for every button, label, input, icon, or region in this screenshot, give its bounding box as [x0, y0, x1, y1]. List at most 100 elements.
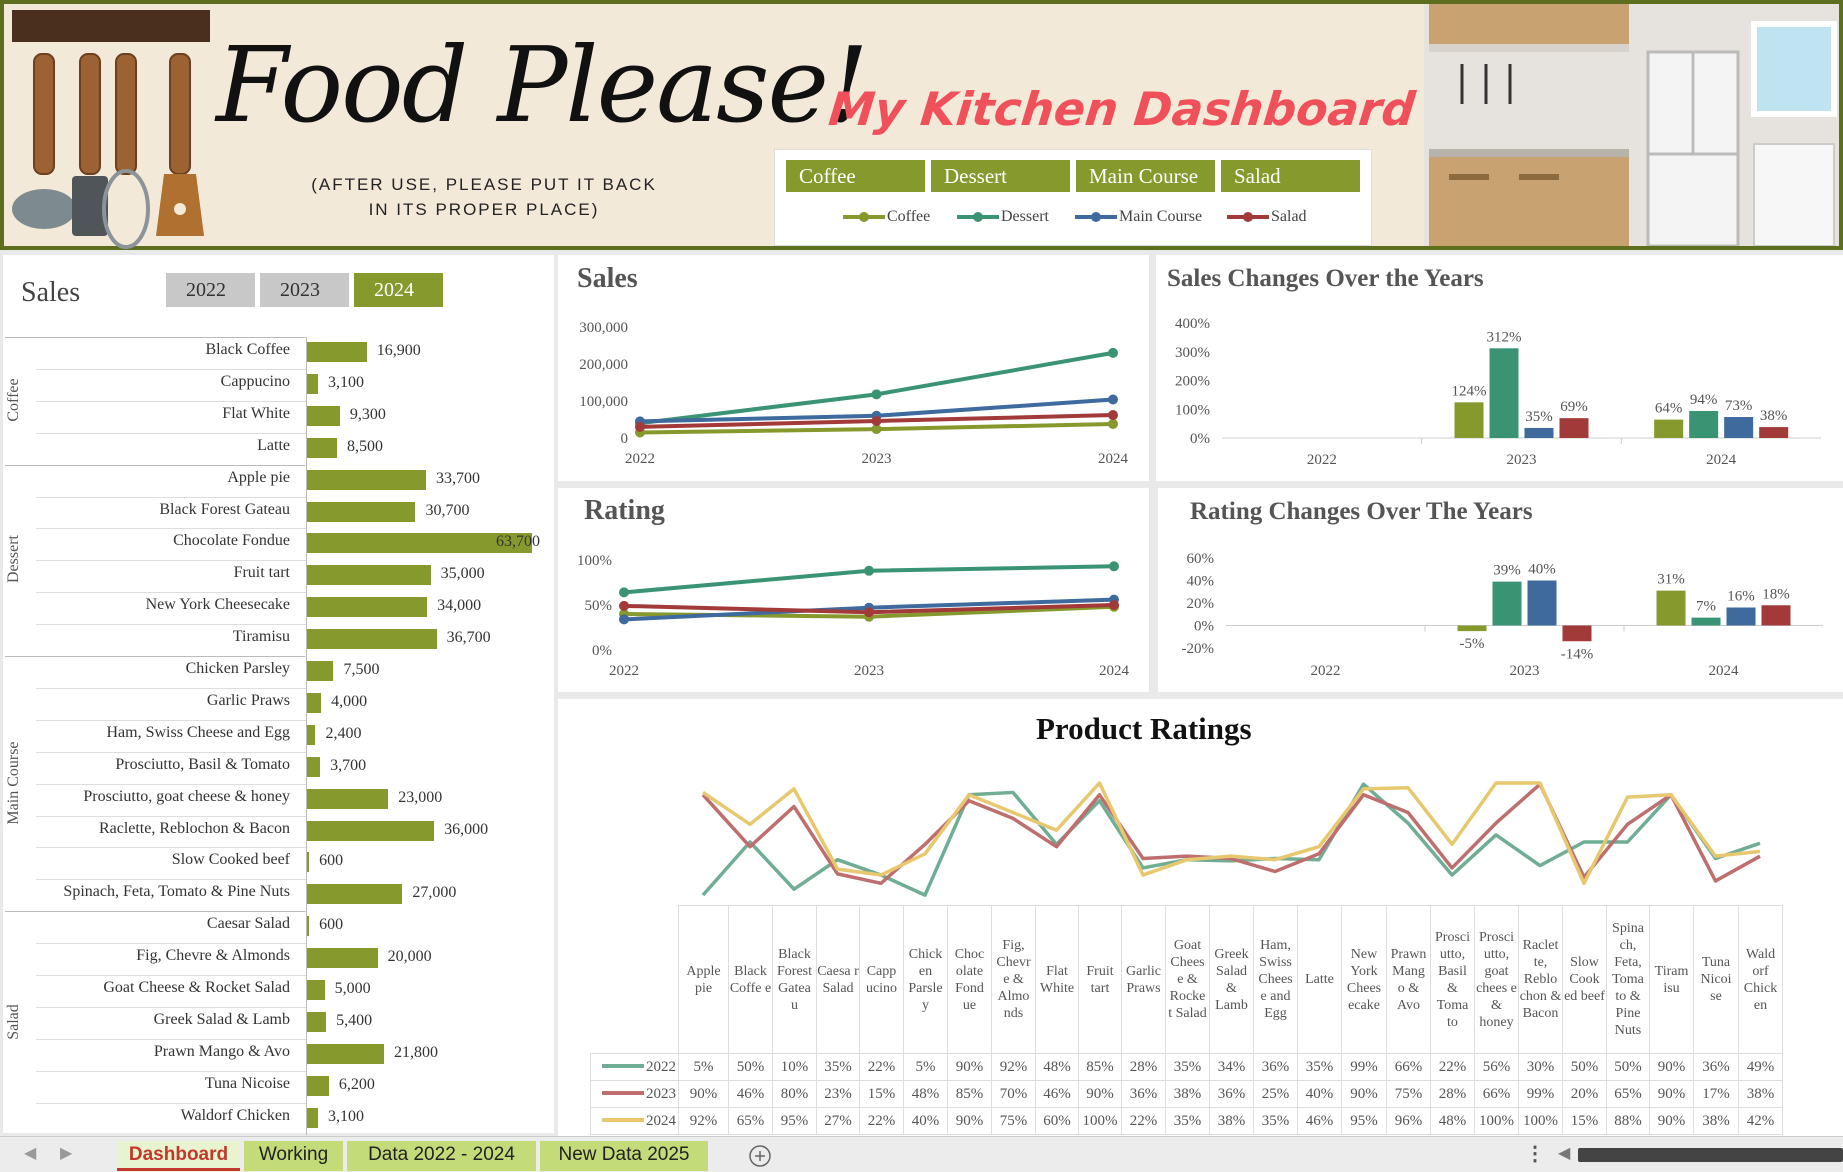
year-button-2024[interactable]: 2024 [354, 273, 443, 307]
rating-cell: 65% [1606, 1080, 1650, 1108]
x-tick-label: 2024 [1709, 663, 1740, 679]
product-header-cell: Wald orf Chick en [1738, 905, 1783, 1054]
sales-bar [307, 1011, 327, 1032]
product-header-cell: Chick en Parsle y [903, 905, 948, 1054]
chevron-right-icon[interactable]: ▶ [60, 1143, 72, 1163]
rating-cell: 90% [1649, 1080, 1694, 1108]
header-banner: Food Please! (AFTER USE, PLEASE PUT IT B… [0, 0, 1843, 250]
plus-circle-icon[interactable] [748, 1144, 772, 1168]
row-divider [36, 847, 306, 849]
tab-dashboard[interactable]: Dashboard [117, 1141, 240, 1171]
sales-row-label: Latte [257, 436, 290, 454]
rating-cell: 100% [1518, 1107, 1563, 1135]
bar [1759, 427, 1789, 438]
rating-cell: 42% [1738, 1107, 1783, 1135]
data-label: 35% [1525, 409, 1553, 425]
vertical-ellipsis-icon[interactable]: ⋮ [1525, 1141, 1545, 1166]
subtitle-line-2: IN ITS PROPER PLACE) [368, 200, 600, 219]
bar [1656, 590, 1686, 626]
sales-bar [307, 916, 310, 937]
rating-cell: 92% [991, 1053, 1036, 1081]
tab-new-data-2025[interactable]: New Data 2025 [540, 1141, 708, 1171]
rating-cell: 20% [1562, 1080, 1607, 1108]
year-row: 2023 90% 46% 80% 23% 15% 48% 85% 70% 46% 90% 36% 38%… [590, 1080, 1783, 1108]
slicer-button-coffee[interactable]: Coffee [786, 160, 925, 192]
year-button-2023[interactable]: 2023 [260, 273, 349, 307]
legend-item-main-course: Main Course [1075, 208, 1202, 226]
sales-row-label: Garlic Praws [206, 691, 290, 709]
rating-cell: 92% [678, 1107, 729, 1135]
slicer-button-dessert[interactable]: Dessert [931, 160, 1070, 192]
rating-cell: 46% [1035, 1080, 1079, 1108]
legend-line-icon [1227, 212, 1269, 222]
product-header-cell: Slow Cook ed beef [1562, 905, 1607, 1054]
scroll-left-icon[interactable]: ◀ [1558, 1143, 1570, 1163]
row-divider [36, 1070, 306, 1072]
product-header-cell: Goat Chees e & Rocke t Salad [1165, 905, 1210, 1054]
legend-item-salad: Salad [1227, 208, 1307, 226]
sales-bar-value: 20,000 [387, 948, 432, 966]
bar [1654, 419, 1684, 438]
year-row: 2022 5% 50% 10% 35% 22% 5% 90% 92% 48% 85% 28% 35% 34… [590, 1053, 1783, 1081]
year-button-2022[interactable]: 2022 [166, 273, 255, 307]
bar [1489, 348, 1519, 438]
y-tick-label: 200% [1175, 374, 1210, 390]
data-label: 38% [1760, 408, 1788, 424]
rating-cell: 48% [1430, 1107, 1475, 1135]
horizontal-scrollbar-thumb[interactable] [1578, 1148, 1843, 1162]
rating-cell: 48% [1035, 1053, 1079, 1081]
rating-cell: 46% [728, 1080, 773, 1108]
sales-row-label: Fruit tart [233, 564, 290, 582]
rating-changes-chart: -20% 0% 20% 40% 60% 2022 2023 2024 -5% 31% 39% 7% 40… [1182, 551, 1823, 679]
sales-bar [307, 980, 325, 1000]
sales-row-label: Spinach, Feta, Tomato & Pine Nuts [63, 883, 290, 901]
x-tick-label: 2023 [1507, 452, 1537, 468]
x-tick-label: 2024 [1706, 452, 1737, 468]
rating-cell: 38% [1738, 1080, 1783, 1108]
data-point [1108, 418, 1118, 429]
year-label: 2024 [646, 1112, 676, 1129]
group-divider [5, 911, 305, 913]
sales-bar [307, 661, 334, 681]
product-header-cell: Prawn Mang o & Avo [1386, 905, 1431, 1054]
row-divider [36, 751, 306, 753]
sales-row-label: Prosciutto, goat cheese & honey [83, 787, 290, 805]
rating-cell: 90% [947, 1107, 992, 1135]
rating-line-panel: Rating 0% 50% 100% 2022 2023 2024 [558, 488, 1149, 692]
rating-line-chart: 0% 50% 100% 2022 2023 2024 [577, 553, 1130, 679]
rating-cell: 22% [1121, 1107, 1166, 1135]
data-label: 40% [1528, 562, 1556, 578]
data-point [1109, 561, 1119, 572]
bar [1454, 402, 1484, 438]
rating-cell: 88% [1606, 1107, 1650, 1135]
chevron-left-icon[interactable]: ◀ [24, 1143, 36, 1163]
rating-cell: 10% [772, 1053, 817, 1081]
category-label: Coffee [5, 378, 22, 422]
legend-line-icon [1075, 212, 1117, 222]
rating-cell: 23% [816, 1080, 860, 1108]
utensils-illustration [12, 10, 210, 249]
rating-cell: 27% [816, 1107, 860, 1135]
legend-line-icon [843, 212, 885, 222]
sales-bar-value: 9,300 [349, 405, 386, 423]
rating-cell: 90% [1341, 1080, 1387, 1108]
row-divider [36, 719, 306, 721]
y-tick-label: 0 [621, 431, 629, 447]
tab-working[interactable]: Working [244, 1141, 343, 1171]
rating-changes-panel: Rating Changes Over The Years -20% 0% 20% 4… [1158, 488, 1843, 692]
rating-cell: 60% [1035, 1107, 1079, 1135]
rating-cell: 95% [1341, 1107, 1387, 1135]
bar-axis [306, 337, 307, 1135]
rating-cell: 34% [1209, 1053, 1254, 1081]
slicer-button-salad[interactable]: Salad [1221, 160, 1360, 192]
product-header-cell: Prosci utto, Basil & Toma to [1430, 905, 1475, 1054]
year-label-cell: 2023 [590, 1080, 679, 1108]
y-tick-label: 200,000 [579, 357, 628, 373]
product-header-cell: Black Coffe e [728, 905, 773, 1054]
sales-bar-value: 3,700 [330, 756, 367, 774]
slicer-button-main-course[interactable]: Main Course [1076, 160, 1215, 192]
row-divider [36, 1038, 306, 1040]
rating-cell: 90% [678, 1080, 729, 1108]
tab-data-2022-2024[interactable]: Data 2022 - 2024 [347, 1141, 536, 1171]
rating-cell: 85% [947, 1080, 992, 1108]
